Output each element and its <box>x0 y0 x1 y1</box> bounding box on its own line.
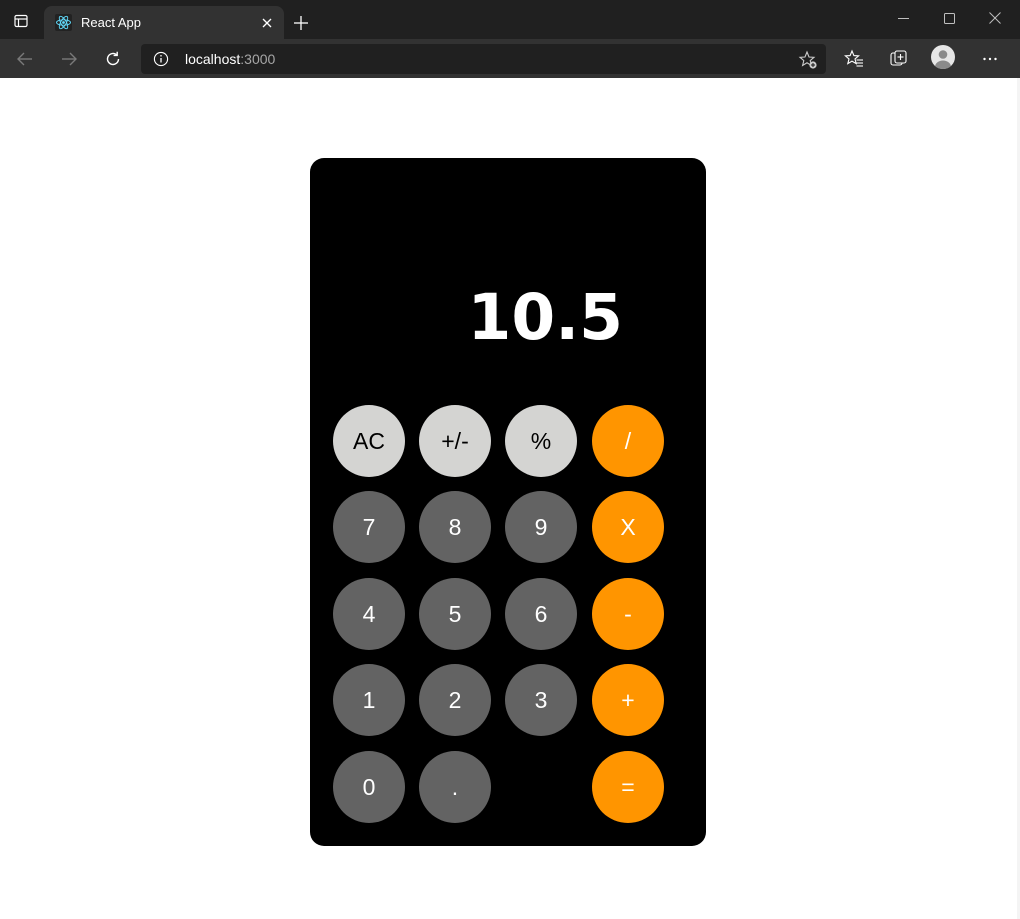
favorites-icon[interactable] <box>840 45 868 73</box>
digit-4-button[interactable]: 4 <box>333 578 405 650</box>
digit-0-button[interactable]: 0 <box>333 751 405 823</box>
subtract-button[interactable]: - <box>592 578 664 650</box>
back-arrow-icon[interactable] <box>11 45 39 73</box>
digit-1-button[interactable]: 1 <box>333 664 405 736</box>
close-window-icon[interactable] <box>972 0 1018 36</box>
tab-title: React App <box>81 15 141 30</box>
decimal-point-button[interactable]: . <box>419 751 491 823</box>
digit-6-button[interactable]: 6 <box>505 578 577 650</box>
close-tab-icon[interactable] <box>259 15 274 30</box>
divide-button[interactable]: / <box>592 405 664 477</box>
address-bar[interactable]: localhost:3000 <box>141 44 826 74</box>
react-logo-icon <box>55 14 72 31</box>
collections-icon[interactable] <box>885 45 913 73</box>
tab-react-app[interactable]: React App <box>44 6 284 39</box>
digit-3-button[interactable]: 3 <box>505 664 577 736</box>
digit-7-button[interactable]: 7 <box>333 491 405 563</box>
browser-toolbar: localhost:3000 <box>0 39 1020 78</box>
percent-button[interactable]: % <box>505 405 577 477</box>
browser-titlebar: React App <box>0 0 1020 39</box>
site-info-icon[interactable] <box>153 51 169 67</box>
multiply-button[interactable]: X <box>592 491 664 563</box>
digit-8-button[interactable]: 8 <box>419 491 491 563</box>
calculator-display: 10.5 <box>467 281 623 354</box>
refresh-icon[interactable] <box>99 45 127 73</box>
profile-avatar-icon[interactable] <box>931 45 955 69</box>
clear-button[interactable]: AC <box>333 405 405 477</box>
maximize-icon[interactable] <box>926 0 972 36</box>
more-options-icon[interactable] <box>976 45 1004 73</box>
url-host: localhost <box>185 51 241 67</box>
digit-9-button[interactable]: 9 <box>505 491 577 563</box>
digit-2-button[interactable]: 2 <box>419 664 491 736</box>
digit-5-button[interactable]: 5 <box>419 578 491 650</box>
url-port: :3000 <box>240 51 276 67</box>
minimize-icon[interactable] <box>880 0 926 36</box>
forward-arrow-icon[interactable] <box>55 45 83 73</box>
tab-actions-icon[interactable] <box>8 8 34 34</box>
new-tab-icon[interactable] <box>290 12 312 34</box>
add-favorite-icon[interactable] <box>798 50 818 70</box>
equals-button[interactable]: = <box>592 751 664 823</box>
url-text[interactable]: localhost:3000 <box>185 51 275 67</box>
calculator: 10.5 AC +/- % / 7 8 9 X 4 5 6 - 1 2 3 + … <box>310 158 706 846</box>
toggle-sign-button[interactable]: +/- <box>419 405 491 477</box>
add-button[interactable]: + <box>592 664 664 736</box>
